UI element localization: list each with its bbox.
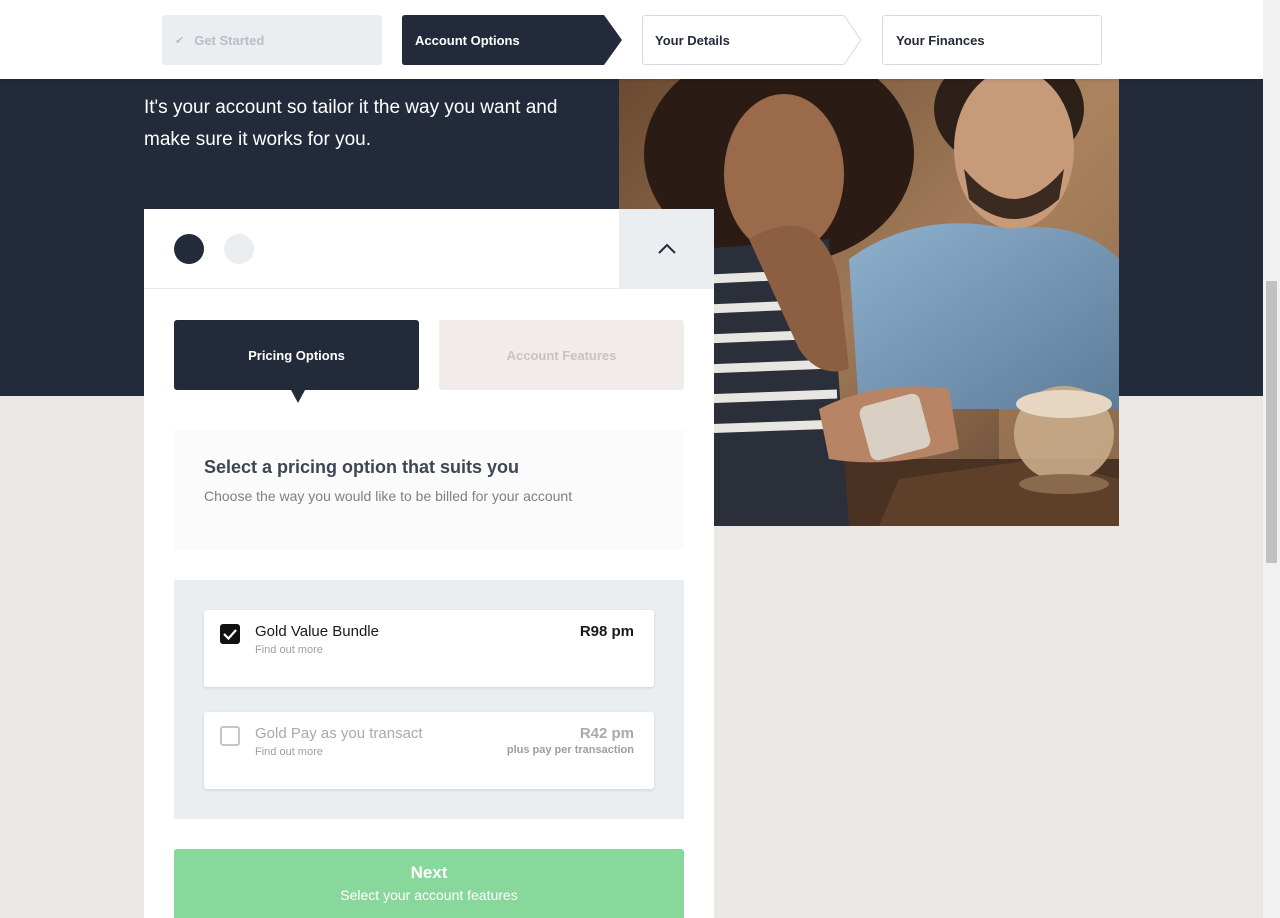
progress-dot-inactive [224, 234, 254, 264]
checkbox-unchecked[interactable] [220, 726, 240, 746]
account-options-card: Pricing Options Account Features Select … [144, 209, 714, 918]
tab-account-features[interactable]: Account Features [439, 320, 684, 390]
check-icon [223, 629, 237, 641]
step-account-options[interactable]: Account Options [402, 15, 622, 65]
step-your-details[interactable]: Your Details [642, 15, 862, 65]
option-price: R42 pm [579, 725, 634, 742]
card-header [144, 209, 714, 289]
step-your-finances[interactable]: Your Finances [882, 15, 1102, 65]
collapse-button[interactable] [619, 209, 714, 289]
step-label: Your Details [655, 32, 730, 48]
progress-stepper: ✔ Get Started Account Options Your Detai… [0, 0, 1263, 79]
pricing-subtitle: Choose the way you would like to be bill… [204, 488, 573, 504]
step-label: Your Finances [896, 32, 985, 48]
scrollbar-thumb[interactable] [1266, 281, 1277, 563]
chevron-up-icon [657, 243, 676, 254]
next-button-title: Next [410, 863, 448, 882]
check-icon: ✔ [175, 34, 185, 47]
pricing-options-list: Gold Value Bundle Find out more R98 pm G… [174, 580, 684, 819]
step-get-started[interactable]: ✔ Get Started [162, 15, 382, 65]
option-price-note: plus pay per transaction [506, 744, 634, 756]
progress-dot-active [174, 234, 204, 264]
option-price: R98 pm [579, 623, 634, 640]
option-name: Gold Pay as you transact [255, 725, 423, 742]
next-button[interactable]: Next Select your account features [174, 849, 684, 918]
find-out-more-link[interactable]: Find out more [255, 746, 323, 758]
page-scrollbar[interactable] [1263, 0, 1280, 918]
next-button-subtitle: Select your account features [340, 887, 518, 903]
step-label: Account Options [415, 32, 520, 48]
tab-pricing-options[interactable]: Pricing Options [174, 320, 419, 403]
hero-text: It's your account so tailor it the way y… [144, 97, 558, 150]
pricing-option-gold-value-bundle[interactable]: Gold Value Bundle Find out more R98 pm [204, 610, 654, 687]
option-name: Gold Value Bundle [255, 623, 379, 640]
pricing-info: Select a pricing option that suits you C… [174, 430, 684, 550]
pricing-title: Select a pricing option that suits you [204, 457, 520, 477]
step-label: Get Started [194, 32, 265, 48]
find-out-more-link[interactable]: Find out more [255, 644, 323, 656]
pricing-option-gold-pay-as-you-transact[interactable]: Gold Pay as you transact Find out more R… [204, 712, 654, 789]
checkbox-checked[interactable] [220, 624, 240, 644]
